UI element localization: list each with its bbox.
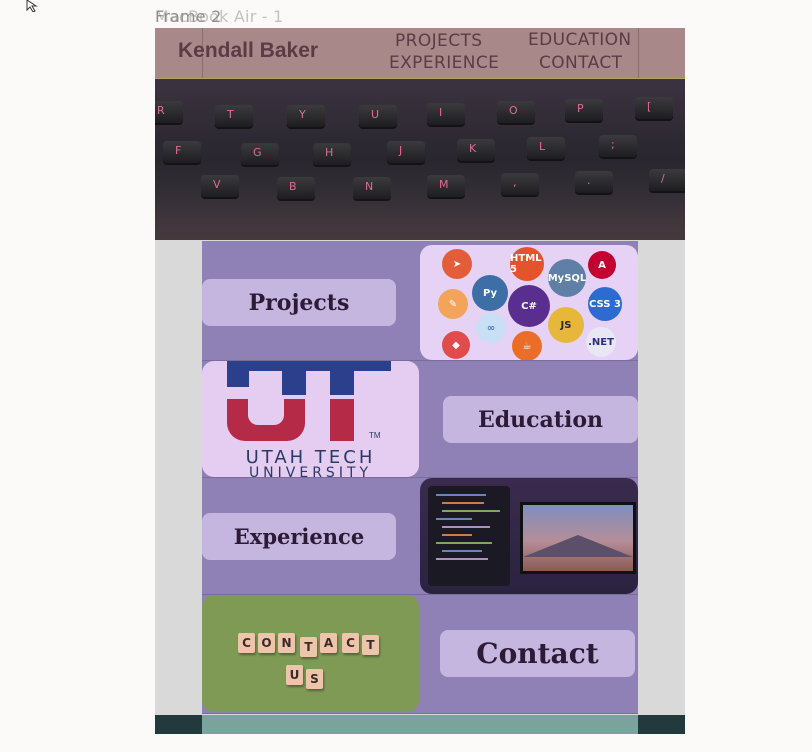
css3-icon: CSS 3 [588,287,622,321]
key: N [353,177,391,199]
key: O [497,101,535,123]
key: B [277,177,315,199]
contact-us-tiles-image: C O N T A C T U S [202,595,419,712]
footer-center-band [202,715,638,734]
key: [ [635,97,673,119]
key: P [565,99,603,121]
nav-experience[interactable]: EXPERIENCE [389,53,499,73]
mysql-icon: MySQL [548,259,586,297]
code-monitor [428,486,510,586]
swift-icon: ➤ [442,249,472,279]
key: L [527,137,565,159]
utah-tech-logo-image: TM UTAH TECH UNIVERSITY [202,361,419,477]
letter-tile: S [306,669,323,689]
projects-section: Projects ➤ Py HTML 5 MySQL A ✎ C# JS CSS… [202,241,638,361]
ruby-icon: ◆ [442,331,470,359]
landscape-monitor [520,502,636,574]
key: , [501,173,539,195]
site-brand[interactable]: Kendall Baker [178,39,318,63]
nav-projects[interactable]: PROJECTS [395,31,482,51]
key: I [427,103,465,125]
ut-name-line2: UNIVERSITY [248,465,373,477]
experience-section: Experience [202,478,638,595]
csharp-icon: C# [508,285,550,327]
key: ; [599,135,637,157]
site-header: Kendall Baker PROJECTS EDUCATION EXPERIE… [155,28,685,79]
ut-logo-bar [330,361,354,395]
java-icon: ☕ [512,331,542,360]
key: Y [287,105,325,127]
letter-tile: C [238,633,255,653]
letter-tile: O [258,633,275,653]
ut-trademark: TM [369,431,381,440]
ut-logo-u-inner [248,399,284,425]
key: M [427,175,465,197]
nav-contact[interactable]: CONTACT [539,53,622,73]
hero-keyboard-image: R T Y U I O P [ F G H J K L ; V B N M , … [155,79,685,240]
key: V [201,175,239,197]
key: T [215,105,253,127]
experience-button[interactable]: Experience [202,513,396,560]
key: G [241,143,279,165]
letter-tile: C [342,633,359,653]
feather-icon: ✎ [438,289,468,319]
frame-label-front: Frame 2 [155,7,222,26]
html5-icon: HTML 5 [510,247,544,281]
ut-logo-bar [282,361,306,395]
contact-label: Contact [476,637,599,670]
infinity-icon: ∞ [476,313,506,343]
education-button[interactable]: Education [443,396,638,443]
dotnet-icon: .NET [586,327,616,357]
ut-logo-red-t [330,399,354,441]
developer-screens-image [420,478,638,594]
angular-icon: A [588,251,616,279]
python-icon: Py [472,275,508,311]
ut-logo-bar [227,361,391,371]
letter-tile: T [300,637,317,657]
letter-tile: A [320,633,337,653]
frame-label[interactable]: MacBook Air - 1 Frame 2 [155,7,283,26]
javascript-icon: JS [548,307,584,343]
contact-section: C O N T A C T U S Contact [202,595,638,714]
skills-logos-image: ➤ Py HTML 5 MySQL A ✎ C# JS CSS 3 ∞ ◆ ☕ … [420,245,638,360]
letter-tile: N [278,633,295,653]
projects-button[interactable]: Projects [202,279,396,326]
key: K [457,139,495,161]
mouse-pointer-icon [26,0,38,12]
education-section: TM UTAH TECH UNIVERSITY Education [202,361,638,478]
page-frame: Kendall Baker PROJECTS EDUCATION EXPERIE… [155,28,685,734]
layout-guide-right [638,28,639,78]
key: . [575,171,613,193]
site-footer [155,715,685,734]
key: J [387,141,425,163]
key: / [649,169,685,191]
experience-label: Experience [233,524,365,549]
key: U [359,105,397,127]
hero-shade [155,200,685,240]
key: H [313,143,351,165]
projects-label: Projects [248,289,350,316]
key: R [155,101,183,123]
contact-button[interactable]: Contact [440,630,635,677]
nav-education[interactable]: EDUCATION [528,30,632,50]
key: F [163,141,201,163]
letter-tile: U [286,665,303,685]
letter-tile: T [362,635,379,655]
education-label: Education [478,406,603,433]
